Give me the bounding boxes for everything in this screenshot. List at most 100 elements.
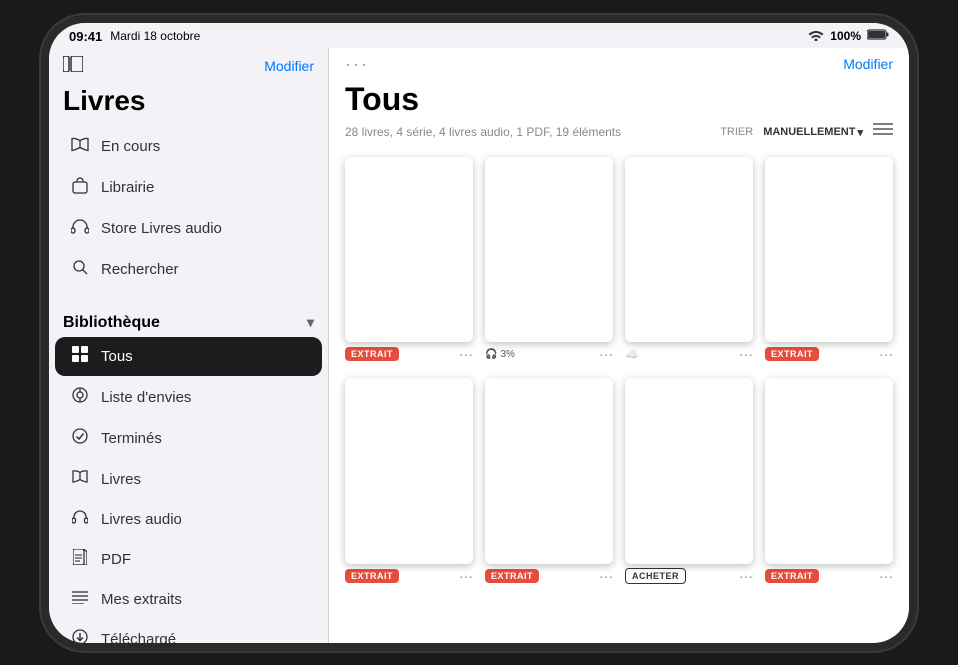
main-layout: Modifier Livres En cours Librairie (49, 48, 909, 643)
book-cover-latecomer[interactable]: 🌸🌸 TheLatecomer a novel JEAN HANFF KOREL… (345, 157, 473, 343)
book-cover-crying[interactable]: Crying in HMART MICHELLE ZAUNER (625, 157, 753, 343)
book-cover-book-lovers[interactable]: EMILY HENRY BOOKLOVERS (345, 378, 473, 564)
book-more-frankenstein[interactable]: ··· (599, 346, 613, 362)
content-subtitle: 28 livres, 4 série, 4 livres audio, 1 PD… (329, 122, 909, 149)
sidebar-item-en-cours[interactable]: En cours (55, 128, 322, 166)
sidebar-label-librairie: Librairie (101, 179, 154, 196)
acheter-badge-sparring[interactable]: ACHETER (625, 568, 686, 584)
book-item-maid: #1 NEW YORK TIMES BESTSELLER THEMAID a N… (765, 378, 893, 584)
download-icon (69, 629, 91, 643)
content-title: Tous (329, 75, 909, 122)
extrait-badge-book-lovers[interactable]: EXTRAIT (345, 569, 399, 583)
book-item-latecomer: 🌸🌸 TheLatecomer a novel JEAN HANFF KOREL… (345, 157, 473, 363)
wifi-icon (808, 29, 824, 44)
book-item-sparring: JOHN GRISHAM SPARRINGPARTNERS (625, 378, 753, 584)
sidebar-item-telecharge[interactable]: Téléchargé (55, 620, 322, 643)
book-item-omega: NEW YORK TIMES BESTSELLING AUTHOR STEVEB… (485, 378, 613, 584)
bibliotheque-header[interactable]: Bibliothèque ▾ (49, 302, 328, 336)
battery-label: 100% (830, 29, 861, 43)
extrait-badge-latecomer[interactable]: EXTRAIT (345, 347, 399, 361)
sidebar-item-mes-extraits[interactable]: Mes extraits (55, 581, 322, 618)
sidebar-label-liste-envies: Liste d'envies (101, 389, 191, 406)
percent-badge-frankenstein: 3% (500, 349, 514, 360)
sidebar-label-telecharge: Téléchargé (101, 631, 176, 643)
book-cover-omega[interactable]: NEW YORK TIMES BESTSELLING AUTHOR STEVEB… (485, 378, 613, 564)
pdf-icon (69, 549, 91, 570)
sidebar-item-librairie[interactable]: Librairie (55, 168, 322, 208)
sidebar-label-rechercher: Rechercher (101, 261, 179, 278)
cloud-icon: ☁️ (625, 348, 639, 361)
sidebar-item-termines[interactable]: Terminés (55, 419, 322, 458)
sidebar-item-rechercher[interactable]: Rechercher (55, 250, 322, 289)
book-open-icon (69, 137, 91, 157)
headphones-nav-icon (69, 219, 91, 239)
book-more-dark-vector[interactable]: ··· (879, 346, 893, 362)
content-area: ··· Modifier Tous 28 livres, 4 série, 4 … (329, 48, 909, 643)
sidebar-label-mes-extraits: Mes extraits (101, 591, 182, 608)
search-nav-icon (69, 259, 91, 280)
book-actions-dark-vector: EXTRAIT ··· (765, 346, 893, 362)
battery-icon (867, 29, 889, 43)
book-cover-dark-vector[interactable]: #1 NEW YORK TIMES BESTSELLING AUTHOR CLI… (765, 157, 893, 343)
content-modify-button[interactable]: Modifier (843, 56, 893, 72)
bibliotheque-chevron-icon: ▾ (307, 314, 314, 331)
bibliotheque-label: Bibliothèque (63, 314, 160, 332)
wishlist-icon (69, 387, 91, 408)
top-dots: ··· (345, 54, 369, 75)
sort-area: TRIER MANUELLEMENT ▾ (720, 122, 893, 143)
grid-icon (69, 346, 91, 367)
headphones-lib-icon (69, 510, 91, 529)
book-actions-frankenstein: 🎧 3% ··· (485, 346, 613, 362)
sort-chevron-icon: ▾ (857, 126, 863, 139)
sidebar-item-store-audio[interactable]: Store Livres audio (55, 210, 322, 248)
sidebar-item-liste-envies[interactable]: Liste d'envies (55, 378, 322, 417)
book-actions-latecomer: EXTRAIT ··· (345, 346, 473, 362)
extrait-badge-maid[interactable]: EXTRAIT (765, 569, 819, 583)
book-actions-sparring: ACHETER ··· (625, 568, 753, 584)
subtitle-text: 28 livres, 4 série, 4 livres audio, 1 PD… (345, 125, 621, 139)
sidebar-label-livres-audio: Livres audio (101, 511, 182, 528)
book-actions-omega: EXTRAIT ··· (485, 568, 613, 584)
status-time: 09:41 (69, 29, 102, 44)
book-more-crying[interactable]: ··· (739, 346, 753, 362)
sidebar: Modifier Livres En cours Librairie (49, 48, 329, 643)
checkmark-icon (69, 428, 91, 449)
status-date: Mardi 18 octobre (110, 29, 200, 43)
sidebar-modify-button[interactable]: Modifier (264, 58, 314, 74)
sidebar-label-livres: Livres (101, 471, 141, 488)
book-actions-crying: ☁️ ··· (625, 346, 753, 362)
book-icon (69, 469, 91, 490)
book-cover-sparring[interactable]: JOHN GRISHAM SPARRINGPARTNERS (625, 378, 753, 564)
bag-icon (69, 177, 91, 199)
sidebar-item-pdf[interactable]: PDF (55, 540, 322, 579)
book-item-book-lovers: EMILY HENRY BOOKLOVERS EXTRAIT ··· (345, 378, 473, 584)
sidebar-item-livres-audio[interactable]: Livres audio (55, 501, 322, 538)
sidebar-label-store-audio: Store Livres audio (101, 220, 222, 237)
extrait-badge-omega[interactable]: EXTRAIT (485, 569, 539, 583)
sidebar-item-tous[interactable]: Tous (55, 337, 322, 376)
book-item-crying: Crying in HMART MICHELLE ZAUNER (625, 157, 753, 363)
sort-button[interactable]: MANUELLEMENT ▾ (763, 126, 863, 139)
sidebar-panel-icon (63, 56, 83, 77)
book-more-latecomer[interactable]: ··· (459, 346, 473, 362)
sidebar-title: Livres (49, 81, 328, 127)
book-actions-maid: EXTRAIT ··· (765, 568, 893, 584)
book-actions-book-lovers: EXTRAIT ··· (345, 568, 473, 584)
book-cover-maid[interactable]: #1 NEW YORK TIMES BESTSELLER THEMAID a N… (765, 378, 893, 564)
book-more-maid[interactable]: ··· (879, 568, 893, 584)
sidebar-item-livres[interactable]: Livres (55, 460, 322, 499)
sidebar-label-tous: Tous (101, 348, 133, 365)
ipad-device: 09:41 Mardi 18 octobre 100% Modifier Liv… (49, 23, 909, 643)
content-top-bar: ··· Modifier (329, 48, 909, 75)
extraits-icon (69, 590, 91, 609)
sort-label: TRIER (720, 126, 753, 138)
book-more-book-lovers[interactable]: ··· (459, 568, 473, 584)
status-bar: 09:41 Mardi 18 octobre 100% (49, 23, 909, 48)
extrait-badge-dark-vector[interactable]: EXTRAIT (765, 347, 819, 361)
book-more-omega[interactable]: ··· (599, 568, 613, 584)
sidebar-label-termines: Terminés (101, 430, 162, 447)
book-more-sparring[interactable]: ··· (739, 568, 753, 584)
book-cover-frankenstein[interactable]: Frankenstein M Emma Jane Austen (485, 157, 613, 343)
list-view-button[interactable] (873, 122, 893, 143)
sidebar-label-en-cours: En cours (101, 138, 160, 155)
